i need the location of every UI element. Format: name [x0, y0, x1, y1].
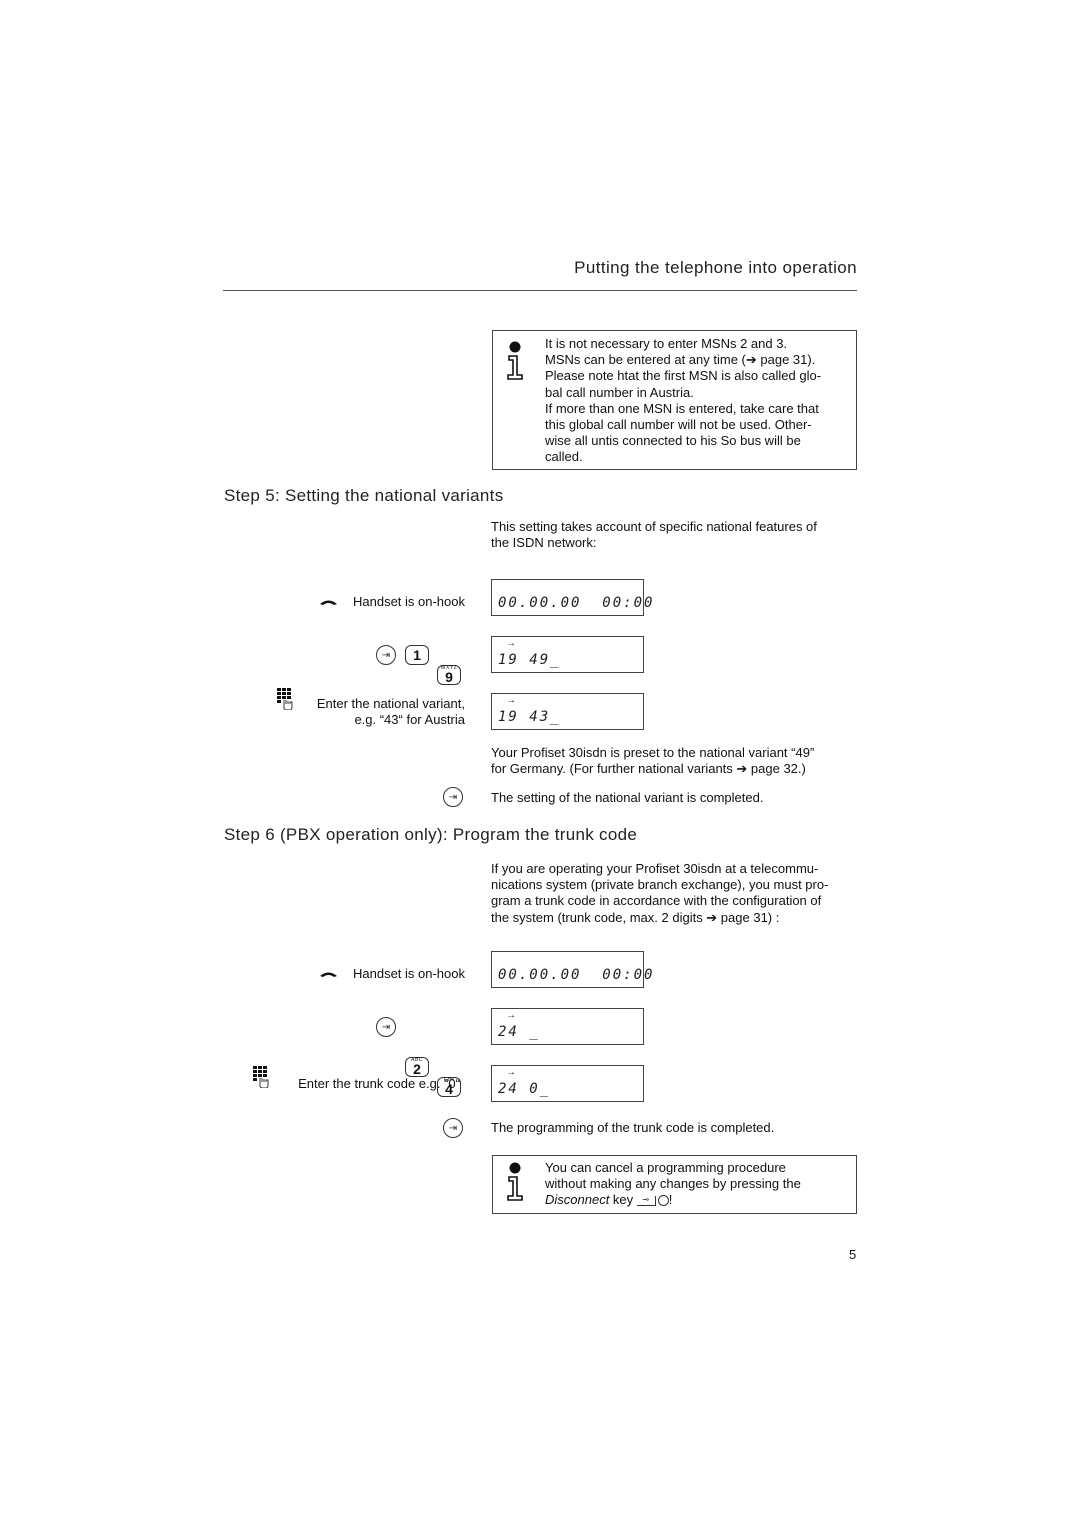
info-line: this global call number will not be used…: [545, 417, 812, 433]
info-line: without making any changes by pressing t…: [545, 1176, 801, 1192]
info-icon: [507, 1162, 523, 1201]
enter-arrow-icon: →: [506, 1067, 516, 1078]
step6-heading: Step 6 (PBX operation only): Program the…: [224, 825, 638, 844]
info-box-msn: It is not necessary to enter MSNs 2 and …: [492, 330, 857, 470]
enter-arrow-icon: →: [506, 638, 516, 649]
step5-heading: Step 5: Setting the national variants: [224, 486, 504, 505]
step5-display-1: 00.00.00 00:00: [491, 579, 652, 616]
enter-arrow-icon: →: [506, 1010, 516, 1021]
info-box-msn-text: It is not necessary to enter MSNs 2 and …: [545, 336, 821, 466]
step5-intro-line: the ISDN network:: [491, 535, 597, 551]
step6-display-3: → 24 0_: [491, 1065, 644, 1102]
enter-key-icon: ⇥: [376, 645, 396, 665]
key-digit: 2: [413, 1061, 421, 1077]
note-line: Your Profiset 30isdn is preset to the na…: [491, 745, 815, 760]
step5-complete-text: The setting of the national variant is c…: [491, 790, 764, 805]
step5-intro-line: This setting takes account of specific n…: [491, 519, 817, 534]
key-digit: 1: [413, 647, 421, 663]
key-letters: ABC: [411, 1057, 423, 1063]
info-line: Disconnect key ⊸!: [545, 1192, 801, 1208]
keypad-icon: [277, 688, 293, 710]
info-line: MSNs can be entered at any time (➔ page …: [545, 352, 816, 368]
label-line: e.g. “43“ for Austria: [354, 712, 465, 728]
step6-intro: If you are operating your Profiset 30isd…: [491, 861, 828, 926]
enter-arrow-icon: →: [506, 695, 516, 706]
info-box-cancel: You can cancel a programming procedure w…: [492, 1155, 857, 1214]
disconnect-led-icon: [657, 1195, 669, 1207]
handset-onhook-icon: [320, 600, 337, 605]
note-line: for Germany. (For further national varia…: [491, 761, 806, 777]
step6-intro-line: nications system (private branch exchang…: [491, 877, 829, 893]
key-2: ABC 2: [405, 1057, 429, 1077]
step5-note: Your Profiset 30isdn is preset to the na…: [491, 745, 814, 777]
step6-intro-line: gram a trunk code in accordance with the…: [491, 893, 822, 909]
info-line: bal call number in Austria.: [545, 384, 694, 400]
enter-key-icon: ⇥: [376, 1017, 396, 1037]
info-key-word: key: [609, 1192, 634, 1208]
info-box-cancel-text: You can cancel a programming procedure w…: [545, 1160, 801, 1209]
key-9: WXYZ 9: [437, 665, 461, 685]
info-line: called.: [545, 449, 583, 465]
step5-row3-label: Enter the national variant, e.g. “43“ fo…: [317, 696, 465, 728]
info-line: wise all untis connected to his So bus w…: [545, 433, 801, 449]
key-letters: WXYZ: [440, 665, 458, 671]
step5-intro: This setting takes account of specific n…: [491, 519, 817, 551]
disconnect-key-label: Disconnect: [545, 1192, 610, 1208]
keypad-icon: [253, 1066, 269, 1088]
info-icon: [507, 341, 523, 380]
info-exclamation: !: [668, 1192, 673, 1208]
step6-intro-line: the system (trunk code, max. 2 digits ➔ …: [491, 909, 780, 925]
step6-intro-line: If you are operating your Profiset 30isd…: [491, 861, 819, 876]
enter-key-icon: ⇥: [443, 787, 463, 807]
display-text: 19 43_: [498, 709, 561, 725]
display-text: 24 _: [498, 1024, 540, 1040]
info-line: If more than one MSN is entered, take ca…: [545, 400, 819, 416]
step6-display-1: 00.00.00 00:00: [491, 951, 652, 988]
enter-key-icon: ⇥: [443, 1118, 463, 1138]
step6-row3-label: Enter the trunk code e.g. “0“: [298, 1076, 460, 1091]
disconnect-key-icon: ⊸: [636, 1195, 656, 1206]
step5-display-3: → 19 43_: [491, 693, 644, 730]
display-text: 00.00.00 00:00: [498, 595, 655, 611]
step5-display-2: → 19 49_: [491, 636, 644, 673]
page-number: 5: [849, 1247, 857, 1262]
info-line: It is not necessary to enter MSNs 2 and …: [545, 336, 788, 351]
display-text: 00.00.00 00:00: [498, 967, 655, 983]
label-line: Enter the national variant,: [316, 696, 465, 711]
step6-display-2: → 24 _: [491, 1008, 644, 1045]
key-digit: 9: [445, 669, 453, 685]
header-divider: [223, 290, 857, 291]
display-text: 24 0_: [498, 1081, 551, 1097]
info-line: Please note htat the first MSN is also c…: [545, 368, 822, 384]
display-text: 19 49_: [498, 652, 561, 668]
key-1: 1: [405, 645, 429, 665]
info-line: You can cancel a programming procedure: [545, 1160, 786, 1175]
step6-complete-text: The programming of the trunk code is com…: [491, 1120, 775, 1135]
step6-row1-label: Handset is on-hook: [352, 966, 465, 981]
step5-row1-label: Handset is on-hook: [352, 594, 465, 609]
running-header-title: Putting the telephone into operation: [574, 258, 857, 277]
handset-onhook-icon: [320, 972, 337, 977]
